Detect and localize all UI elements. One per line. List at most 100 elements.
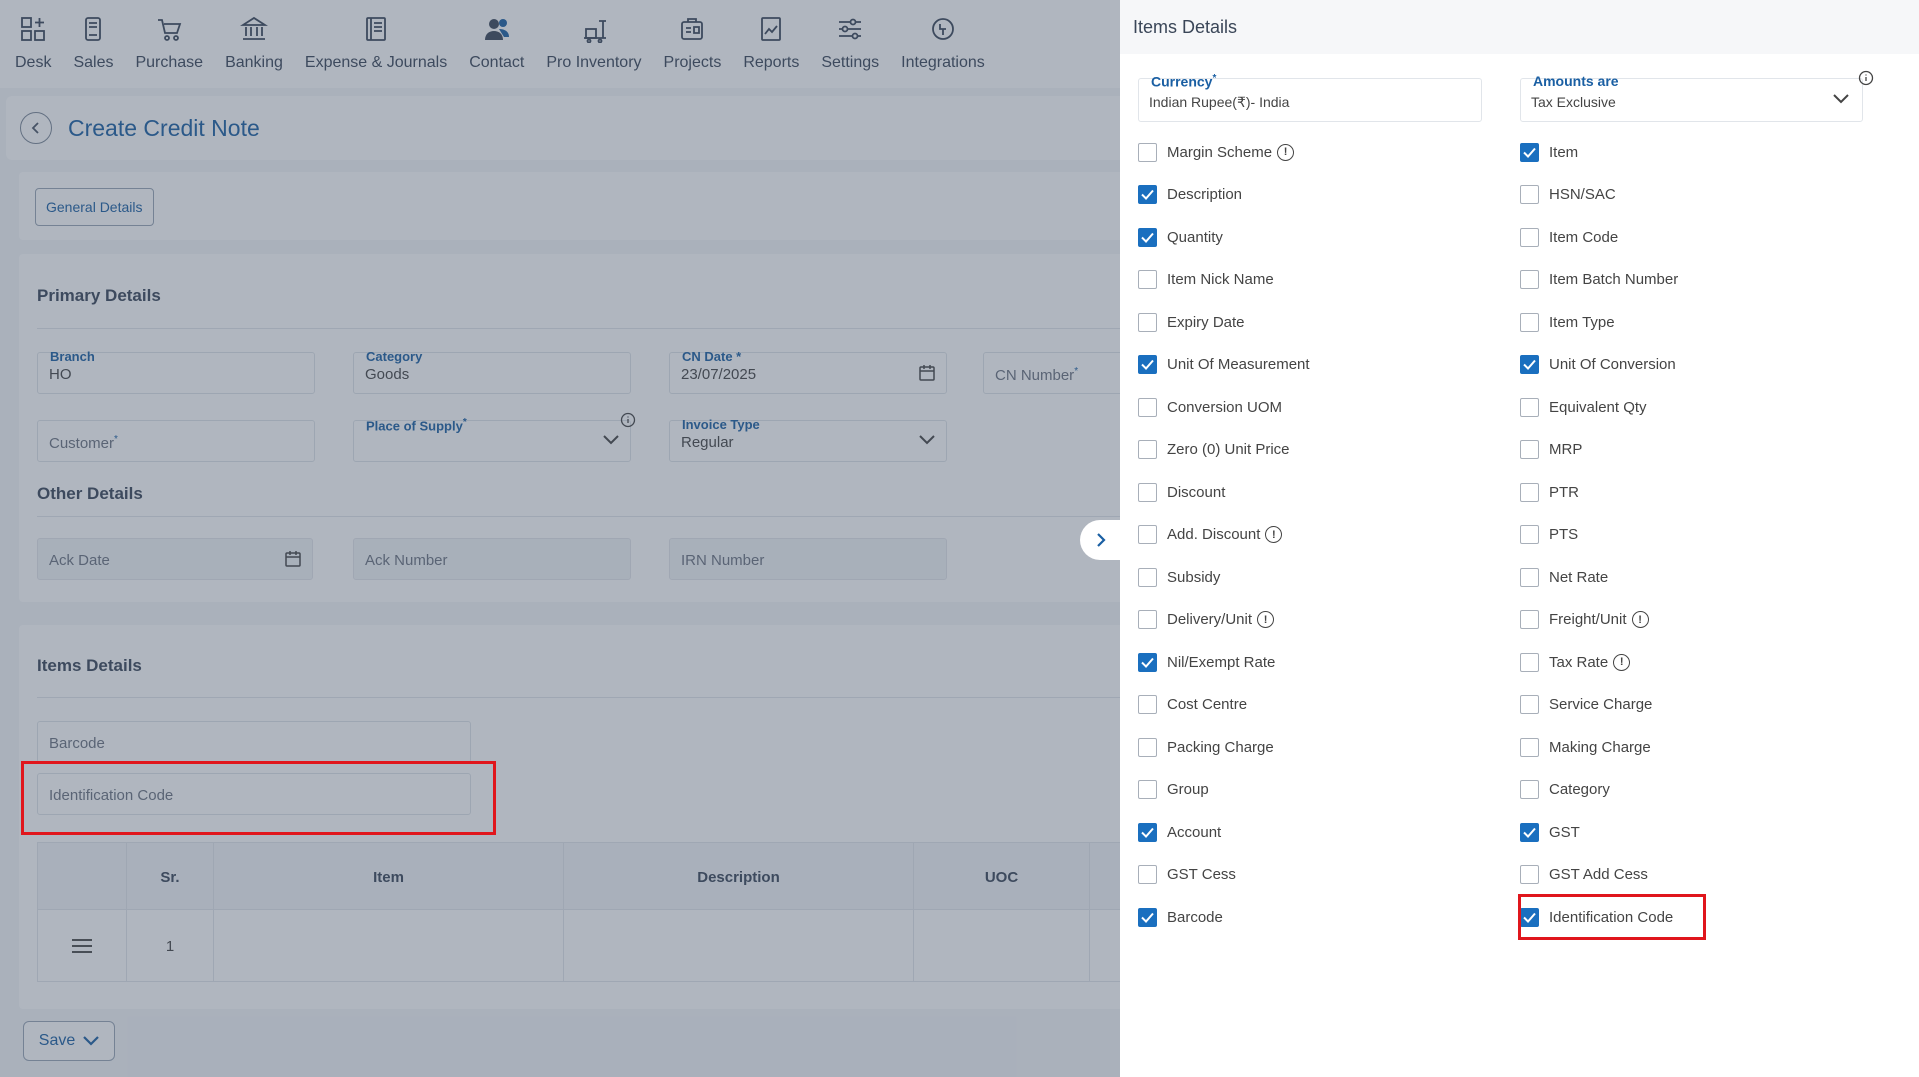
option-label: Item Type bbox=[1549, 313, 1615, 331]
option-group[interactable]: Group bbox=[1138, 775, 1209, 805]
checkbox[interactable] bbox=[1138, 482, 1157, 502]
checkbox[interactable] bbox=[1520, 780, 1539, 799]
checkbox[interactable] bbox=[1520, 737, 1539, 757]
checkbox[interactable] bbox=[1138, 737, 1157, 757]
info-icon[interactable] bbox=[1858, 70, 1874, 91]
option-service-charge[interactable]: Service Charge bbox=[1520, 690, 1652, 720]
option-hsn-sac[interactable]: HSN/SAC bbox=[1520, 180, 1616, 210]
option-making-charge[interactable]: Making Charge bbox=[1520, 732, 1651, 762]
option-gst-add-cess[interactable]: GST Add Cess bbox=[1520, 860, 1648, 890]
drawer-toggle-button[interactable] bbox=[1080, 520, 1122, 560]
checkbox[interactable] bbox=[1138, 142, 1157, 162]
option-equivalent-qty[interactable]: Equivalent Qty bbox=[1520, 392, 1647, 422]
checkbox-checked[interactable] bbox=[1138, 822, 1157, 842]
modal-backdrop[interactable] bbox=[0, 0, 1120, 1077]
checkbox-checked[interactable] bbox=[1520, 355, 1539, 374]
checkbox[interactable] bbox=[1138, 865, 1157, 884]
option-gst-cess[interactable]: GST Cess bbox=[1138, 860, 1236, 890]
option-label: Making Charge bbox=[1549, 738, 1651, 756]
checkbox[interactable] bbox=[1520, 695, 1539, 714]
checkbox[interactable] bbox=[1520, 312, 1539, 332]
checkbox[interactable] bbox=[1520, 397, 1539, 417]
checkbox[interactable] bbox=[1520, 185, 1539, 204]
option-add-discount[interactable]: Add. Discount! bbox=[1138, 520, 1283, 550]
checkbox[interactable] bbox=[1520, 482, 1539, 502]
currency-select[interactable]: Currency* Indian Rupee(₹)- India bbox=[1138, 73, 1482, 122]
checkbox[interactable] bbox=[1520, 227, 1539, 247]
info-icon[interactable]: ! bbox=[1613, 653, 1631, 671]
checkbox[interactable] bbox=[1520, 270, 1539, 289]
amounts-are-select[interactable]: Amounts are Tax Exclusive bbox=[1520, 73, 1863, 122]
option-label: Item bbox=[1549, 143, 1579, 161]
option-tax-rate[interactable]: Tax Rate! bbox=[1520, 647, 1631, 677]
option-item-batch-number[interactable]: Item Batch Number bbox=[1520, 265, 1678, 295]
option-unit-of-measurement[interactable]: Unit Of Measurement bbox=[1138, 350, 1310, 380]
option-mrp[interactable]: MRP bbox=[1520, 435, 1582, 465]
checkbox-checked[interactable] bbox=[1138, 227, 1157, 247]
option-barcode[interactable]: Barcode bbox=[1138, 902, 1223, 932]
option-nil-exempt-rate[interactable]: Nil/Exempt Rate bbox=[1138, 647, 1275, 677]
option-item[interactable]: Item bbox=[1520, 137, 1578, 167]
option-packing-charge[interactable]: Packing Charge bbox=[1138, 732, 1274, 762]
option-item-type[interactable]: Item Type bbox=[1520, 307, 1615, 337]
option-quantity[interactable]: Quantity bbox=[1138, 222, 1223, 252]
option-ptr[interactable]: PTR bbox=[1520, 477, 1579, 507]
option-discount[interactable]: Discount bbox=[1138, 477, 1225, 507]
checkbox[interactable] bbox=[1138, 695, 1157, 714]
info-icon[interactable]: ! bbox=[1257, 611, 1275, 628]
checkbox[interactable] bbox=[1138, 270, 1157, 289]
option-gst[interactable]: GST bbox=[1520, 817, 1580, 847]
option-label: Net Rate bbox=[1549, 568, 1609, 586]
option-item-code[interactable]: Item Code bbox=[1520, 222, 1618, 252]
chevron-right-icon bbox=[1097, 533, 1106, 547]
checkbox[interactable] bbox=[1520, 525, 1539, 544]
checkbox[interactable] bbox=[1138, 780, 1157, 799]
option-cost-centre[interactable]: Cost Centre bbox=[1138, 690, 1247, 720]
option-conversion-uom[interactable]: Conversion UOM bbox=[1138, 392, 1282, 422]
option-label: PTR bbox=[1549, 483, 1579, 501]
option-identification-code[interactable]: Identification Code bbox=[1520, 902, 1673, 932]
option-label: Category bbox=[1549, 781, 1610, 798]
checkbox[interactable] bbox=[1138, 440, 1157, 459]
checkbox-checked[interactable] bbox=[1520, 907, 1539, 927]
checkbox[interactable] bbox=[1520, 865, 1539, 884]
option-margin-scheme[interactable]: Margin Scheme! bbox=[1138, 137, 1295, 167]
checkbox-checked[interactable] bbox=[1138, 652, 1157, 672]
checkbox[interactable] bbox=[1138, 567, 1157, 587]
info-icon[interactable]: ! bbox=[1277, 143, 1295, 161]
checkbox[interactable] bbox=[1138, 525, 1157, 544]
checkbox[interactable] bbox=[1138, 610, 1157, 629]
option-freight-unit[interactable]: Freight/Unit! bbox=[1520, 605, 1649, 635]
option-account[interactable]: Account bbox=[1138, 817, 1221, 847]
option-pts[interactable]: PTS bbox=[1520, 520, 1578, 550]
option-label: GST Cess bbox=[1167, 866, 1236, 883]
checkbox[interactable] bbox=[1520, 610, 1539, 629]
checkbox[interactable] bbox=[1520, 567, 1539, 587]
option-expiry-date[interactable]: Expiry Date bbox=[1138, 307, 1245, 337]
checkbox-checked[interactable] bbox=[1138, 355, 1157, 374]
info-icon[interactable]: ! bbox=[1265, 526, 1283, 543]
option-description[interactable]: Description bbox=[1138, 180, 1242, 210]
option-net-rate[interactable]: Net Rate bbox=[1520, 562, 1608, 592]
checkbox-checked[interactable] bbox=[1520, 142, 1539, 162]
checkbox[interactable] bbox=[1138, 397, 1157, 417]
option-category[interactable]: Category bbox=[1520, 775, 1610, 805]
option-zero-0-unit-price[interactable]: Zero (0) Unit Price bbox=[1138, 435, 1290, 465]
currency-value: Indian Rupee(₹)- India bbox=[1149, 94, 1290, 110]
option-item-nick-name[interactable]: Item Nick Name bbox=[1138, 265, 1274, 295]
option-label: Subsidy bbox=[1167, 568, 1221, 586]
checkbox-checked[interactable] bbox=[1520, 822, 1539, 842]
check-icon bbox=[1141, 359, 1154, 370]
option-label: Group bbox=[1167, 781, 1209, 798]
checkbox[interactable] bbox=[1138, 312, 1157, 332]
option-delivery-unit[interactable]: Delivery/Unit! bbox=[1138, 605, 1275, 635]
info-icon[interactable]: ! bbox=[1631, 611, 1649, 628]
option-subsidy[interactable]: Subsidy bbox=[1138, 562, 1220, 592]
option-label: Account bbox=[1167, 823, 1222, 841]
checkbox[interactable] bbox=[1520, 652, 1539, 672]
option-unit-of-conversion[interactable]: Unit Of Conversion bbox=[1520, 350, 1676, 380]
check-icon bbox=[1141, 232, 1154, 243]
checkbox-checked[interactable] bbox=[1138, 907, 1157, 927]
checkbox[interactable] bbox=[1520, 440, 1539, 459]
checkbox-checked[interactable] bbox=[1138, 185, 1157, 204]
